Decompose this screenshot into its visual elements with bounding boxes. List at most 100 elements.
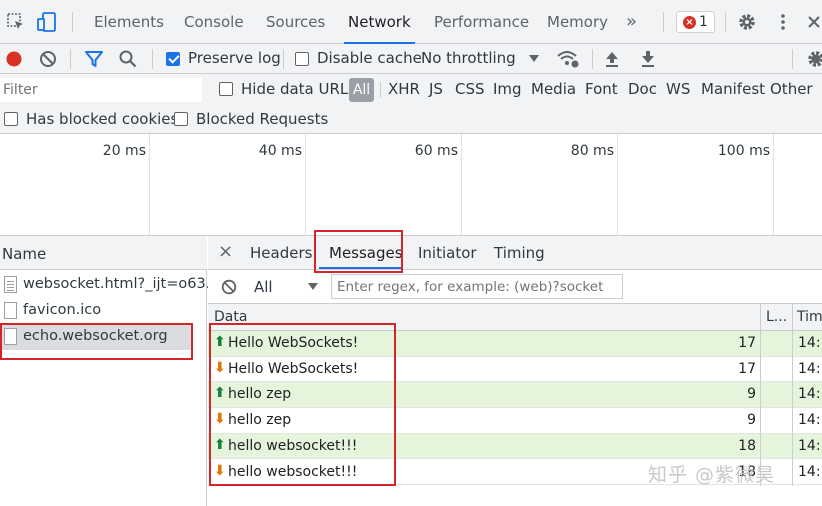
settings-gear-icon[interactable] — [737, 12, 757, 32]
message-time: 14:.. — [798, 335, 822, 351]
type-filter-img[interactable]: Img — [493, 80, 522, 98]
type-filter-manifest[interactable]: Manifest — [701, 80, 765, 98]
more-options-icon[interactable] — [776, 12, 790, 32]
type-filter-other[interactable]: Other — [770, 80, 813, 98]
blocked-requests-checkbox[interactable] — [174, 112, 188, 126]
disable-cache-label: Disable cache — [317, 49, 422, 67]
error-icon: × — [683, 15, 696, 29]
message-length: 9 — [747, 412, 756, 429]
tab-sources[interactable]: Sources — [266, 0, 325, 44]
watermark: 知乎 @紫微昊 — [648, 464, 776, 486]
message-time: 14:.. — [798, 463, 822, 480]
type-filter-js[interactable]: JS — [429, 80, 443, 98]
hide-data-urls-label: Hide data URLs — [241, 80, 357, 98]
tab-performance[interactable]: Performance — [434, 0, 529, 44]
message-time: 14:.. — [798, 386, 822, 403]
tab-headers[interactable]: Headers — [250, 244, 312, 262]
type-filter-font[interactable]: Font — [585, 80, 618, 98]
clear-messages-icon[interactable] — [220, 278, 238, 296]
type-filter-doc[interactable]: Doc — [628, 80, 657, 98]
request-row[interactable]: favicon.ico — [0, 298, 207, 324]
column-separator — [792, 331, 793, 486]
preserve-log-checkbox[interactable] — [166, 52, 180, 66]
name-column-header: Name — [2, 245, 47, 263]
preserve-log-label: Preserve log — [188, 49, 281, 67]
timeline-overview[interactable]: 20 ms 40 ms 60 ms 80 ms 100 ms — [0, 134, 822, 236]
separator — [283, 49, 284, 69]
separator — [592, 49, 593, 69]
request-row[interactable]: websocket.html?_ijt=o63... — [0, 272, 220, 298]
clear-icon[interactable] — [38, 49, 58, 69]
filter-bar: Hide data URLs All XHR JS CSS Img Media … — [0, 74, 822, 106]
column-separator — [792, 304, 793, 331]
message-regex-input[interactable] — [331, 274, 623, 299]
separator — [70, 49, 71, 69]
timeline-tick-label: 20 ms — [102, 143, 146, 159]
timeline-gridline — [773, 134, 774, 236]
timeline-gridline — [617, 134, 618, 236]
tab-elements[interactable]: Elements — [94, 0, 164, 44]
has-blocked-cookies-checkbox[interactable] — [4, 112, 18, 126]
message-length: 9 — [747, 386, 756, 403]
search-icon[interactable] — [118, 49, 138, 69]
close-detail-button[interactable]: × — [218, 241, 233, 262]
type-filter-css[interactable]: CSS — [455, 80, 485, 98]
tab-console[interactable]: Console — [184, 0, 244, 44]
message-type-select[interactable]: All — [254, 278, 273, 296]
separator — [792, 49, 793, 69]
timeline-tick-label: 80 ms — [570, 143, 614, 159]
filter-funnel-icon[interactable] — [84, 49, 104, 69]
network-settings-gear-icon[interactable] — [806, 49, 822, 69]
timeline-tick-label: 100 ms — [717, 143, 770, 159]
annotation-highlight-messages-tab — [314, 230, 403, 273]
separator — [380, 82, 381, 98]
tab-network[interactable]: Network — [344, 0, 415, 44]
annotation-highlight-request — [0, 323, 193, 360]
length-column-header[interactable]: L... — [766, 309, 787, 325]
record-icon[interactable] — [4, 49, 24, 69]
messages-filter-bar: All — [208, 270, 822, 304]
timeline-tick-label: 40 ms — [258, 143, 302, 159]
blocked-filter-bar: Has blocked cookies Blocked Requests — [0, 106, 822, 134]
type-filter-xhr[interactable]: XHR — [388, 80, 420, 98]
request-name: websocket.html?_ijt=o63... — [23, 276, 220, 292]
message-length: 17 — [738, 335, 756, 351]
message-time: 14:.. — [798, 360, 822, 377]
detail-tabbar: × Headers Messages Initiator Timing — [208, 236, 822, 270]
request-list: Name websocket.html?_ijt=o63... favicon.… — [0, 236, 220, 506]
tab-timing[interactable]: Timing — [494, 244, 545, 262]
timeline-gridline — [461, 134, 462, 236]
hide-data-urls-checkbox[interactable] — [219, 82, 233, 96]
inspect-element-icon[interactable] — [6, 12, 26, 32]
message-length: 17 — [738, 360, 756, 377]
message-length: 18 — [738, 437, 756, 454]
close-devtools-icon[interactable] — [806, 14, 822, 30]
type-filter-ws[interactable]: WS — [666, 80, 690, 98]
error-badge[interactable]: × 1 — [676, 11, 715, 33]
separator — [152, 49, 153, 69]
file-icon — [4, 302, 17, 319]
throttling-select[interactable]: No throttling — [421, 49, 516, 67]
time-column-header[interactable]: Tim — [797, 309, 822, 325]
column-separator — [760, 304, 761, 331]
import-har-icon[interactable] — [604, 49, 620, 69]
type-filter-all[interactable]: All — [349, 78, 374, 102]
filter-input[interactable] — [0, 78, 202, 102]
more-tabs-button[interactable]: » — [626, 0, 637, 44]
has-blocked-cookies-label: Has blocked cookies — [26, 110, 179, 128]
device-toolbar-icon[interactable] — [36, 11, 58, 33]
document-file-icon — [4, 276, 17, 293]
message-time: 14:.. — [798, 437, 822, 454]
tab-memory[interactable]: Memory — [547, 0, 608, 44]
type-filter-media[interactable]: Media — [531, 80, 576, 98]
export-har-icon[interactable] — [640, 49, 656, 69]
request-list-header[interactable]: Name — [0, 236, 207, 270]
error-count: 1 — [699, 14, 708, 30]
network-toolbar: Preserve log Disable cache No throttling — [0, 44, 822, 74]
devtools-tabbar: Elements Console Sources Network Perform… — [0, 0, 822, 44]
dropdown-arrow-icon — [308, 283, 318, 290]
dropdown-arrow-icon — [529, 55, 539, 62]
tab-initiator[interactable]: Initiator — [418, 244, 477, 262]
disable-cache-checkbox[interactable] — [295, 52, 309, 66]
network-conditions-wifi-icon[interactable] — [556, 49, 580, 69]
